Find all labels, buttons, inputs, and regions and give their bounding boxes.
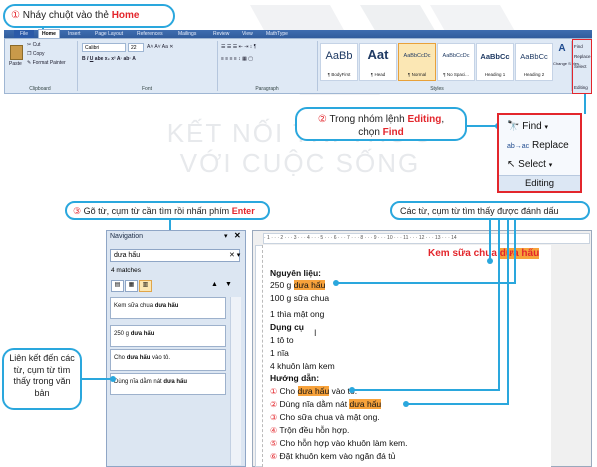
found-connectors [333, 220, 516, 407]
